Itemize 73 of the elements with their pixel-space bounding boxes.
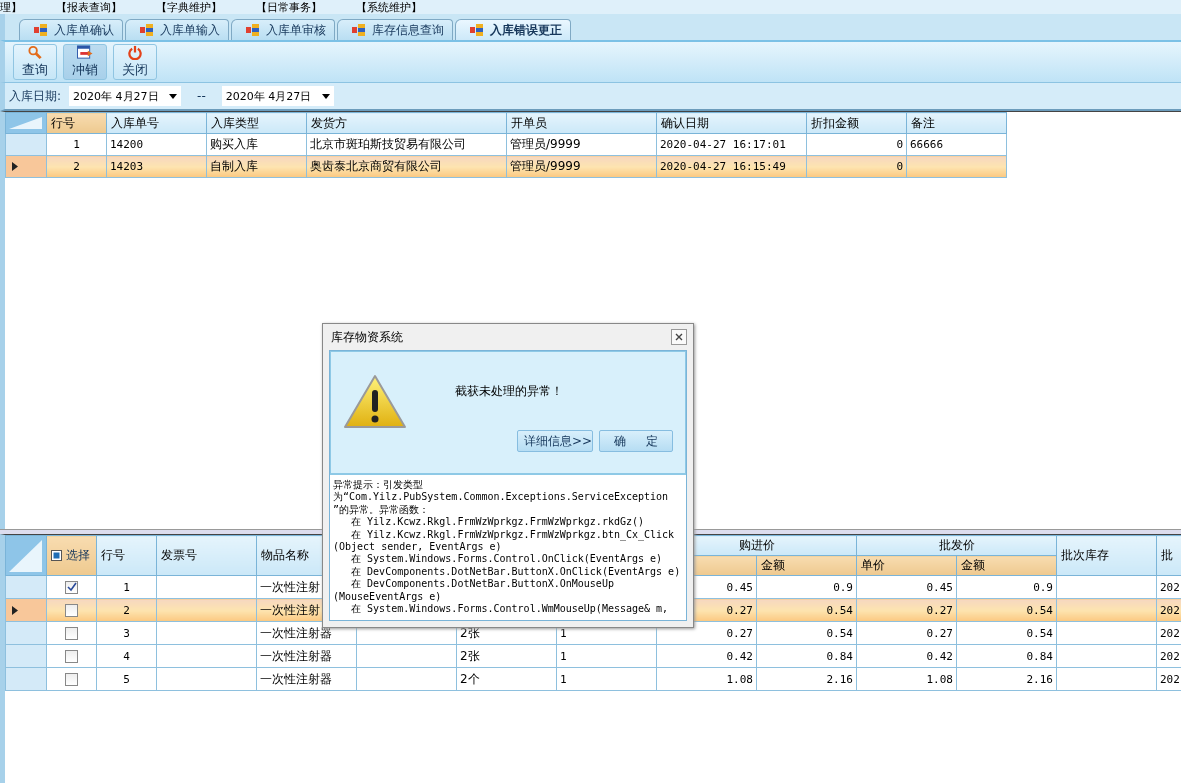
column-header[interactable]: 开单员 xyxy=(506,112,657,134)
close-button[interactable] xyxy=(671,329,687,345)
row-header[interactable] xyxy=(5,598,47,622)
table-cell: 2020-04-27 16:15:49 xyxy=(656,155,807,178)
tab[interactable]: 库存信息查询 xyxy=(337,19,453,40)
column-header[interactable]: 备注 xyxy=(906,112,1007,134)
detail-line: ”的异常。异常函数： xyxy=(333,503,430,517)
column-header[interactable]: 批 xyxy=(1156,535,1181,576)
close-icon xyxy=(675,333,683,341)
dialog-title: 库存物资系统 xyxy=(331,328,403,346)
power-icon xyxy=(127,45,143,60)
detail-line: 在 Yilz.Kcwz.Rkgl.FrmWzWprkgz.FrmWzWprkgz.rkdGz() xyxy=(350,516,645,529)
error-message: 截获未处理的异常！ xyxy=(454,382,564,400)
checkbox[interactable] xyxy=(65,627,78,640)
menu-item[interactable]: 【报表查询】 xyxy=(56,2,122,14)
tab-icon xyxy=(34,24,48,36)
row-header[interactable] xyxy=(5,155,47,178)
warning-icon xyxy=(343,374,407,430)
select-all-checkbox[interactable] xyxy=(51,550,62,561)
date-picker[interactable]: 2020年 4月27日 xyxy=(221,86,334,106)
tab-icon xyxy=(470,24,484,36)
column-header[interactable]: 批发价 xyxy=(856,535,1057,556)
column-header[interactable]: 行号 xyxy=(46,112,107,134)
tab[interactable]: 入库单输入 xyxy=(125,19,229,40)
table-cell: 管理员/9999 xyxy=(506,133,657,156)
select-column-header[interactable]: 选择 xyxy=(46,535,97,576)
dropdown-caret-icon xyxy=(321,93,330,99)
dialog-button[interactable]: 确 定 xyxy=(599,430,673,452)
column-header[interactable]: 入库单号 xyxy=(106,112,207,134)
table-row[interactable]: 4 一次性注射器 2张 1 0.42 0.84 0.42 0.84 202 xyxy=(5,644,1181,668)
column-header[interactable]: 批次库存 xyxy=(1056,535,1157,576)
tab-icon xyxy=(352,24,366,36)
tab[interactable]: 入库单确认 xyxy=(19,19,123,40)
column-header[interactable]: 折扣金额 xyxy=(806,112,907,134)
toolbar-button[interactable]: 关闭 xyxy=(113,44,157,80)
table-row[interactable]: 3 一次性注射器 2张 1 0.27 0.54 0.27 0.54 202 xyxy=(5,621,1181,645)
column-header[interactable]: 发票号 xyxy=(156,535,257,576)
menu-item[interactable]: 【字典维护】 xyxy=(156,2,222,14)
tab[interactable]: 入库错误更正 xyxy=(455,19,571,40)
current-row-icon xyxy=(12,162,18,171)
column-label: 选择 xyxy=(66,547,90,564)
menu-item[interactable]: 理】 xyxy=(0,2,22,14)
table-cell: 奥齿泰北京商贸有限公司 xyxy=(306,155,507,178)
range-separator: -- xyxy=(197,89,206,103)
checkbox[interactable] xyxy=(65,673,78,686)
toolbar-button[interactable]: 查询 xyxy=(13,44,57,80)
table-row[interactable]: 5 一次性注射器 2个 1 1.08 2.16 1.08 2.16 202 xyxy=(5,667,1181,691)
checkbox[interactable] xyxy=(65,581,78,594)
table-row[interactable]: 1 14200 购买入库 北京市斑珀斯技贸易有限公司 管理员/9999 2020-04-27 16:17:01 0 66666 xyxy=(5,133,1007,156)
column-header[interactable]: 确认日期 xyxy=(656,112,807,134)
table-row[interactable]: 2 14203 自制入库 奥齿泰北京商贸有限公司 管理员/9999 2020-04-27 16:15:49 0 xyxy=(5,155,1007,178)
column-header[interactable]: 入库类型 xyxy=(206,112,307,134)
date-label: 入库日期: xyxy=(9,87,62,105)
search-icon xyxy=(27,45,43,60)
checkbox[interactable] xyxy=(65,604,78,617)
tab[interactable]: 入库单审核 xyxy=(231,19,335,40)
menu-item[interactable]: 【日常事务】 xyxy=(256,2,322,14)
table-cell: 管理员/9999 xyxy=(506,155,657,178)
menu-item[interactable]: 【系统维护】 xyxy=(356,2,422,14)
table-cell: 北京市斑珀斯技贸易有限公司 xyxy=(306,133,507,156)
tab-icon xyxy=(246,24,260,36)
detail-line: 为“Com.Yilz.PubSystem.Common.Exceptions.ServiceException xyxy=(333,491,669,504)
dialog-button[interactable]: 详细信息>> xyxy=(517,430,593,452)
date-picker[interactable]: 2020年 4月27日 xyxy=(69,86,182,106)
column-header[interactable]: 行号 xyxy=(96,535,157,576)
dropdown-caret-icon xyxy=(169,93,178,99)
detail-line: 异常提示：引发类型 xyxy=(333,479,423,492)
column-header[interactable]: 发货方 xyxy=(306,112,507,134)
toolbar-button[interactable]: 冲销 xyxy=(63,44,107,80)
current-row-icon xyxy=(12,605,18,615)
table-cell: 2020-04-27 16:17:01 xyxy=(656,133,807,156)
checkbox[interactable] xyxy=(65,650,78,663)
tab-icon xyxy=(140,24,154,36)
